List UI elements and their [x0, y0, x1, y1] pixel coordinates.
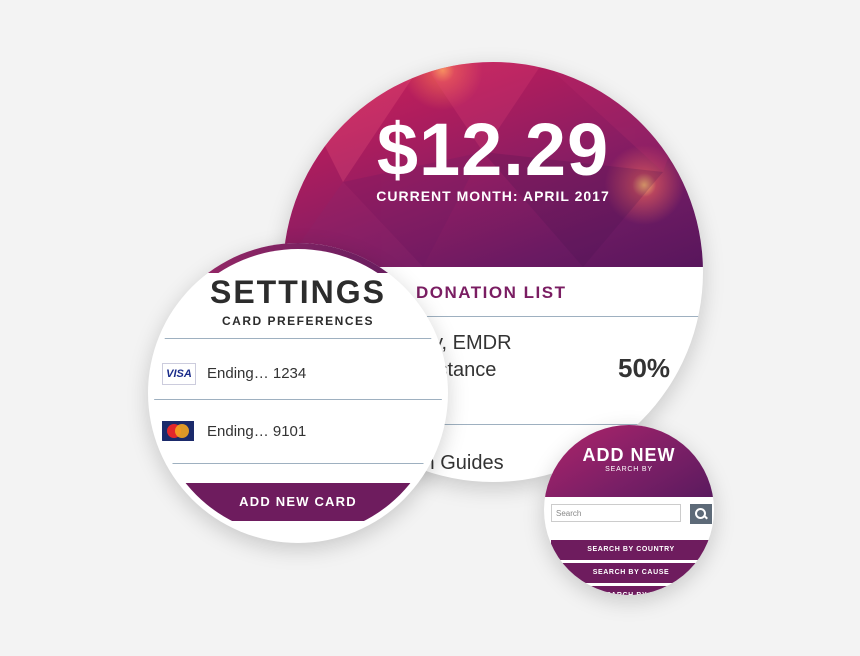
current-month-label: CURRENT MONTH: APRIL 2017: [376, 188, 610, 204]
divider: [154, 338, 442, 339]
add-new-header: ADD NEW SEARCH BY: [544, 425, 714, 497]
add-new-title: ADD NEW: [582, 445, 676, 465]
add-new-card-button[interactable]: ADD NEW CARD: [154, 483, 442, 521]
card-ending-label: Ending… 9101: [207, 423, 307, 440]
add-new-panel: ADD NEW SEARCH BY Search SEARCH BY COUNT…: [544, 425, 714, 595]
divider: [154, 399, 442, 400]
card-ending-label: Ending… 1234: [207, 365, 307, 382]
search-button[interactable]: [690, 504, 712, 524]
settings-content: SETTINGS CARD PREFERENCES VISA Ending… 1…: [154, 249, 442, 537]
mastercard-icon: [162, 421, 194, 441]
card-preferences-subtitle: CARD PREFERENCES: [221, 314, 374, 328]
search-by-other-button[interactable]: SEARCH BY NO: [551, 586, 711, 595]
search-input[interactable]: Search: [551, 504, 681, 522]
search-by-cause-button[interactable]: SEARCH BY CAUSE: [551, 563, 711, 583]
search-by-country-button[interactable]: SEARCH BY COUNTRY: [551, 540, 711, 560]
visa-icon: VISA: [162, 363, 196, 385]
donation-item-name[interactable]: y, EMDR: [433, 332, 512, 355]
divider: [154, 463, 442, 464]
donation-item-percent: 50%: [618, 353, 671, 383]
monthly-donation-amount: $12.29: [376, 108, 610, 191]
donation-hero-banner: $12.29 CURRENT MONTH: APRIL 2017: [283, 62, 703, 267]
settings-panel: SETTINGS CARD PREFERENCES VISA Ending… 1…: [148, 243, 448, 543]
settings-title: SETTINGS: [209, 274, 386, 310]
search-by-subtitle: SEARCH BY: [605, 466, 653, 473]
